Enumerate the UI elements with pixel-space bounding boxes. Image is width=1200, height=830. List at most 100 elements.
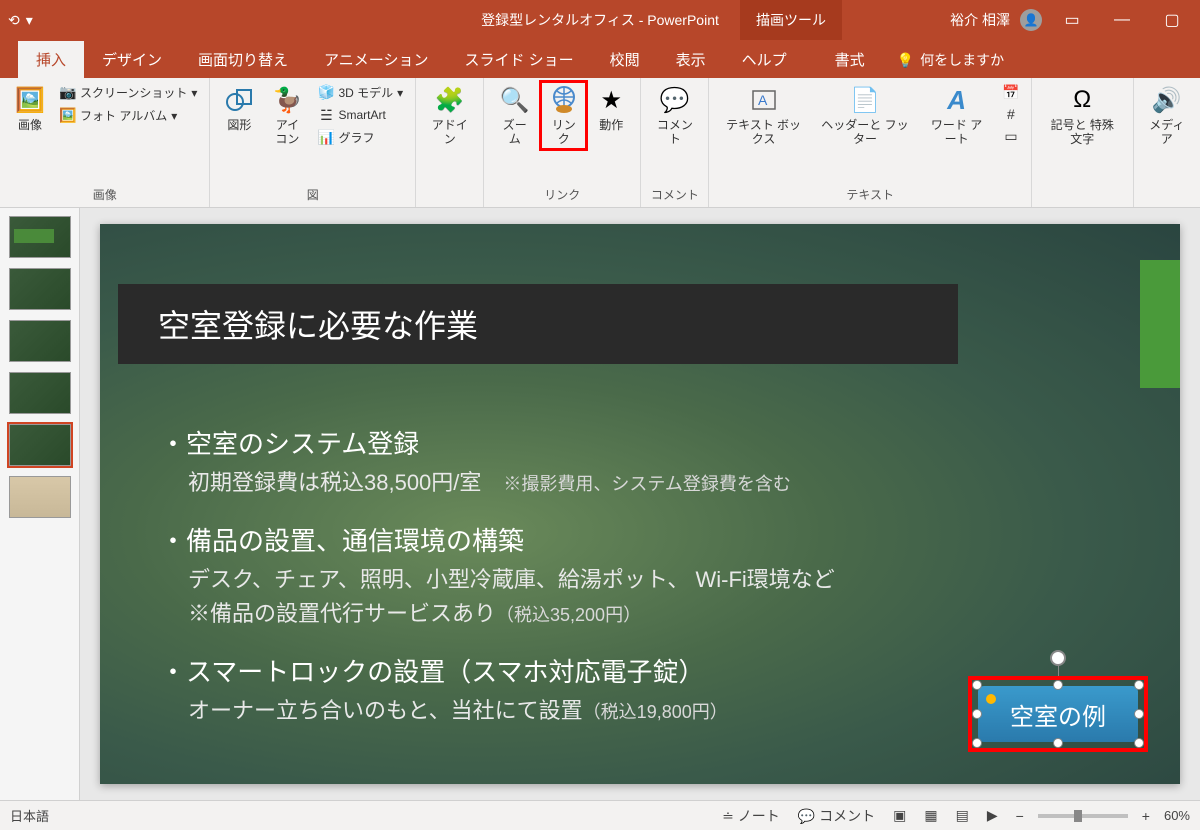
zoom-level[interactable]: 60% — [1164, 808, 1190, 823]
tab-view[interactable]: 表示 — [658, 41, 724, 78]
media-button[interactable]: 🔊 メディア — [1142, 82, 1192, 149]
slide-thumb-5[interactable] — [9, 424, 71, 466]
textbox-button[interactable]: A テキスト ボックス — [717, 82, 809, 149]
3dmodel-button[interactable]: 🧊3D モデル ▾ — [314, 82, 407, 103]
slide-thumb-3[interactable] — [9, 320, 71, 362]
addin-icon: 🧩 — [434, 84, 466, 116]
wordart-button[interactable]: A ワード アート — [920, 82, 993, 149]
group-label-symbols — [1040, 187, 1125, 205]
object-button[interactable]: ▭ — [999, 126, 1023, 146]
status-language[interactable]: 日本語 — [10, 806, 49, 825]
tell-me-search[interactable]: 💡 何をしますか — [883, 42, 1018, 78]
link-icon — [548, 84, 580, 116]
smartart-button[interactable]: ☱SmartArt — [314, 105, 407, 125]
slide-body[interactable]: ・空室のシステム登録 初期登録費は税込38,500円/室 ※撮影費用、システム登… — [160, 424, 835, 749]
group-label-images: 画像 — [8, 184, 201, 205]
slidenum-button[interactable]: # — [999, 104, 1023, 124]
number-icon: # — [1003, 106, 1019, 122]
tab-transitions[interactable]: 画面切り替え — [180, 41, 306, 78]
chart-icon: 📊 — [318, 130, 334, 146]
picture-icon: 🖼️ — [14, 84, 46, 116]
tab-format[interactable]: 書式 — [817, 41, 883, 78]
date-icon: 📅 — [1003, 84, 1019, 100]
icons-button[interactable]: 🦆 アイコン — [264, 82, 310, 149]
bullet-2-sub2: ※備品の設置代行サービスあり（税込35,200円） — [188, 596, 835, 628]
notes-toggle[interactable]: ≐ ノート — [718, 804, 784, 828]
ribbon-tabs: 挿入 デザイン 画面切り替え アニメーション スライド ショー 校閲 表示 ヘル… — [0, 40, 1200, 78]
slide-title-band[interactable]: 空室登録に必要な作業 — [118, 284, 958, 364]
maximize-button[interactable]: ▢ — [1152, 10, 1192, 30]
slide-thumb-4[interactable] — [9, 372, 71, 414]
slide-canvas[interactable]: 空室登録に必要な作業 ・空室のシステム登録 初期登録費は税込38,500円/室 … — [100, 224, 1180, 784]
user-avatar-icon[interactable]: 👤 — [1020, 9, 1042, 31]
slide-thumb-2[interactable] — [9, 268, 71, 310]
speaker-icon: 🔊 — [1151, 84, 1183, 116]
chart-button[interactable]: 📊グラフ — [314, 127, 407, 148]
slide-thumb-1[interactable] — [9, 216, 71, 258]
action-icon: ★ — [595, 84, 627, 116]
group-addins: 🧩 アドイン — [416, 78, 484, 207]
rotate-handle[interactable] — [1050, 650, 1066, 666]
decor-green-bar — [1140, 260, 1180, 388]
tab-help[interactable]: ヘルプ — [724, 41, 805, 78]
work-area: 空室登録に必要な作業 ・空室のシステム登録 初期登録費は税込38,500円/室 … — [0, 208, 1200, 800]
comment-button[interactable]: 💬 コメント — [649, 82, 700, 149]
group-label-addins — [424, 187, 475, 205]
view-reading-icon[interactable]: ▤ — [952, 805, 973, 826]
quickaccess-dropdown-icon[interactable]: ▾ — [26, 12, 33, 29]
ribbon-options-icon[interactable]: ▭ — [1052, 10, 1092, 30]
shapes-button[interactable]: 図形 — [218, 82, 260, 134]
view-normal-icon[interactable]: ▣ — [889, 805, 910, 826]
tab-review[interactable]: 校閲 — [592, 41, 658, 78]
headerfooter-icon: 📄 — [849, 84, 881, 116]
shapes-icon — [223, 84, 255, 116]
status-bar: 日本語 ≐ ノート 💬 コメント ▣ ▦ ▤ ▶ − + 60% — [0, 800, 1200, 830]
symbols-button[interactable]: Ω 記号と 特殊文字 — [1040, 82, 1125, 149]
textbox-icon: A — [748, 84, 780, 116]
tab-insert[interactable]: 挿入 — [18, 41, 84, 78]
headerfooter-button[interactable]: 📄 ヘッダーと フッター — [814, 82, 917, 149]
date-button[interactable]: 📅 — [999, 82, 1023, 102]
screenshot-icon: 📷 — [60, 85, 76, 101]
tab-animations[interactable]: アニメーション — [306, 41, 446, 78]
title-bar: ⟲ ▾ 登録型レンタルオフィス - PowerPoint 描画ツール 裕介 相澤… — [0, 0, 1200, 40]
slide-thumbnail-panel[interactable] — [0, 208, 80, 800]
annotation-highlight — [968, 676, 1148, 752]
contextual-tab-drawing[interactable]: 描画ツール — [740, 0, 842, 40]
group-media: 🔊 メディア — [1134, 78, 1200, 207]
lightbulb-icon: 💡 — [897, 52, 914, 69]
zoom-slider[interactable] — [1038, 814, 1128, 818]
svg-text:A: A — [758, 92, 768, 108]
group-symbols: Ω 記号と 特殊文字 — [1032, 78, 1134, 207]
photo-album-button[interactable]: 🖼️フォト アルバム ▾ — [56, 105, 201, 126]
album-icon: 🖼️ — [60, 108, 76, 124]
bullet-1: ・空室のシステム登録 — [160, 424, 835, 461]
pictures-button[interactable]: 🖼️ 画像 — [8, 82, 52, 134]
group-images: 🖼️ 画像 📷スクリーンショット ▾ 🖼️フォト アルバム ▾ 画像 — [0, 78, 210, 207]
zoom-button[interactable]: 🔍 ズーム — [492, 82, 537, 149]
group-label-links: リンク — [492, 184, 632, 205]
view-slideshow-icon[interactable]: ▶ — [983, 805, 1002, 826]
icons-icon: 🦆 — [271, 84, 303, 116]
tab-design[interactable]: デザイン — [84, 41, 180, 78]
link-button[interactable]: リンク — [541, 82, 586, 149]
comments-toggle[interactable]: 💬 コメント — [794, 804, 879, 828]
group-comments: 💬 コメント コメント — [641, 78, 709, 207]
autosave-icon[interactable]: ⟲ — [8, 12, 20, 29]
bullet-3: ・スマートロックの設置（スマホ対応電子錠） — [160, 652, 835, 689]
object-icon: ▭ — [1003, 128, 1019, 144]
addins-button[interactable]: 🧩 アドイン — [424, 82, 475, 149]
zoom-out-button[interactable]: − — [1012, 806, 1028, 826]
selected-shape[interactable]: 空室の例 — [978, 686, 1138, 742]
zoom-in-button[interactable]: + — [1138, 806, 1154, 826]
slide-editor[interactable]: 空室登録に必要な作業 ・空室のシステム登録 初期登録費は税込38,500円/室 … — [80, 208, 1200, 800]
slide-thumb-6[interactable] — [9, 476, 71, 518]
view-sorter-icon[interactable]: ▦ — [920, 805, 941, 826]
tab-slideshow[interactable]: スライド ショー — [446, 41, 591, 78]
omega-icon: Ω — [1066, 84, 1098, 116]
user-name[interactable]: 裕介 相澤 — [950, 10, 1010, 30]
minimize-button[interactable]: — — [1102, 11, 1142, 29]
action-button[interactable]: ★ 動作 — [590, 82, 632, 134]
bullet-2: ・備品の設置、通信環境の構築 — [160, 521, 835, 558]
screenshot-button[interactable]: 📷スクリーンショット ▾ — [56, 82, 201, 103]
